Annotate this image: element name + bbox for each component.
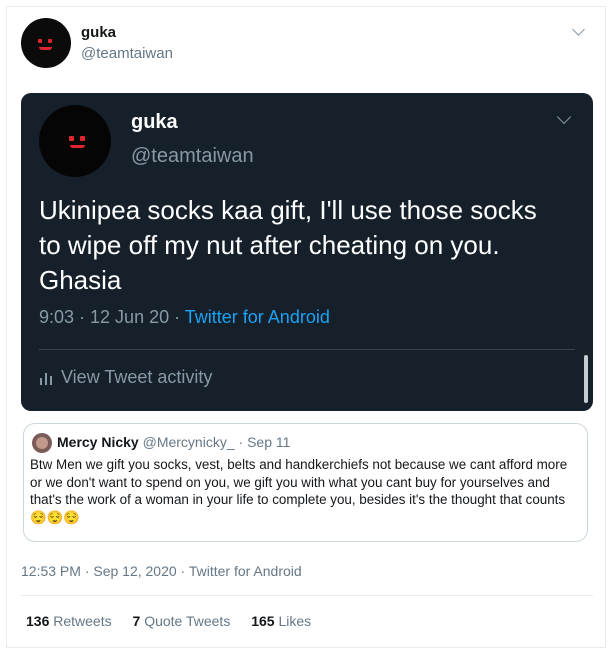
image-scrollbar bbox=[584, 355, 588, 403]
tweet-card: guka @teamtaiwan guka @teamtaiwan Ukinip… bbox=[6, 6, 606, 648]
image-divider bbox=[39, 349, 575, 350]
author-name[interactable]: guka bbox=[81, 24, 116, 41]
chevron-down-icon[interactable] bbox=[572, 23, 585, 36]
likes-count: 165 bbox=[251, 613, 275, 629]
quoted-date: · Sep 11 bbox=[238, 434, 291, 450]
tweet-stats: 136 Retweets 7 Quote Tweets 165 Likes bbox=[26, 613, 311, 629]
image-author-name: guka bbox=[131, 111, 178, 133]
quoted-avatar bbox=[32, 433, 52, 453]
image-tweet-text: Ukinipea socks kaa gift, I'll use those … bbox=[39, 195, 537, 295]
quoted-text-body: Btw Men we gift you socks, vest, belts a… bbox=[30, 457, 568, 508]
quoted-text: Btw Men we gift you socks, vest, belts a… bbox=[30, 456, 580, 526]
image-tweet-time: 9:03 · 12 Jun 20 · bbox=[39, 307, 185, 327]
quoted-author-line: Mercy Nicky @Mercynicky_ · Sep 11 bbox=[57, 434, 290, 450]
quoted-tweet[interactable]: Mercy Nicky @Mercynicky_ · Sep 11 Btw Me… bbox=[23, 423, 588, 542]
retweets-count: 136 bbox=[26, 613, 50, 629]
tweet-image[interactable]: guka @teamtaiwan Ukinipea socks kaa gift… bbox=[21, 93, 593, 411]
author-handle[interactable]: @teamtaiwan bbox=[81, 45, 173, 62]
image-chevron-down-icon bbox=[556, 109, 572, 125]
quote-count: 7 bbox=[132, 613, 141, 629]
bar-chart-icon bbox=[40, 373, 52, 385]
likes-stat[interactable]: 165 Likes bbox=[251, 613, 311, 629]
view-activity-label: View Tweet activity bbox=[61, 367, 213, 387]
quote-label: Quote Tweets bbox=[144, 613, 231, 629]
quoted-emoji: 😌😌😌 bbox=[30, 509, 81, 525]
stats-divider-top bbox=[21, 595, 593, 596]
image-avatar bbox=[39, 105, 111, 177]
author-avatar[interactable] bbox=[21, 18, 71, 68]
likes-label: Likes bbox=[278, 613, 312, 629]
retweets-label: Retweets bbox=[53, 613, 112, 629]
view-activity: View Tweet activity bbox=[39, 367, 212, 388]
quote-tweets-stat[interactable]: 7 Quote Tweets bbox=[133, 613, 231, 629]
image-author-handle: @teamtaiwan bbox=[131, 145, 254, 167]
image-tweet-meta: 9:03 · 12 Jun 20 · Twitter for Android bbox=[39, 307, 330, 328]
quoted-author-handle: @Mercynicky_ bbox=[142, 434, 235, 450]
image-tweet-source: Twitter for Android bbox=[184, 307, 330, 327]
retweets-stat[interactable]: 136 Retweets bbox=[26, 613, 112, 629]
tweet-timestamp[interactable]: 12:53 PM · Sep 12, 2020 · Twitter for An… bbox=[21, 563, 302, 579]
quoted-author-name: Mercy Nicky bbox=[57, 434, 139, 450]
